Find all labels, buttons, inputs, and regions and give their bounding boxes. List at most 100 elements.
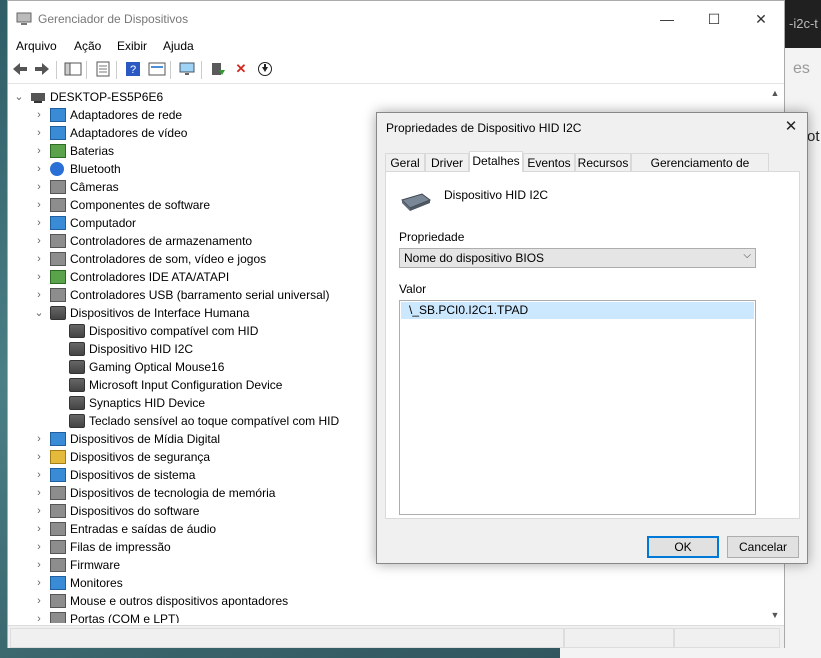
forward-arrow-icon	[35, 63, 49, 75]
device-manager-icon	[16, 12, 32, 26]
tree-root[interactable]: ⌄ DESKTOP-ES5P6E6	[8, 88, 748, 106]
chevron-right-icon[interactable]: ›	[34, 250, 44, 268]
tab-recursos[interactable]: Recursos	[575, 153, 631, 171]
status-bar	[8, 625, 784, 648]
tree-root-label: DESKTOP-ES5P6E6	[50, 90, 164, 104]
device-category-icon	[50, 126, 66, 140]
device-category-icon	[50, 486, 66, 500]
chevron-right-icon[interactable]: ›	[34, 232, 44, 250]
forward-button[interactable]	[33, 61, 51, 77]
value-list-item[interactable]: \_SB.PCI0.I2C1.TPAD	[401, 302, 754, 319]
chevron-right-icon[interactable]: ›	[34, 160, 44, 178]
chevron-right-icon[interactable]: ›	[34, 574, 44, 592]
tree-category[interactable]: › Mouse e outros dispositivos apontadores	[8, 592, 748, 610]
view-button[interactable]	[148, 61, 166, 77]
chevron-right-icon[interactable]: ›	[34, 106, 44, 124]
title-bar[interactable]: Gerenciador de Dispositivos — ☐ ✕	[8, 1, 784, 37]
uninstall-button[interactable]: ✕	[232, 61, 250, 77]
status-cell	[564, 628, 674, 648]
cancel-button[interactable]: Cancelar	[727, 536, 799, 558]
chevron-right-icon[interactable]: ›	[34, 502, 44, 520]
chevron-right-icon[interactable]: ›	[34, 196, 44, 214]
dialog-close-button[interactable]: ✕	[781, 117, 801, 137]
menu-arquivo[interactable]: Arquivo	[16, 39, 57, 53]
minimize-button[interactable]: —	[644, 1, 690, 37]
chevron-right-icon[interactable]: ›	[34, 268, 44, 286]
device-category-icon	[50, 576, 66, 590]
property-label: Propriedade	[399, 230, 465, 244]
svg-text:?: ?	[130, 64, 136, 76]
chevron-right-icon[interactable]: ›	[34, 448, 44, 466]
value-label: Valor	[399, 282, 427, 296]
device-category-icon	[50, 180, 66, 194]
chevron-down-icon[interactable]: ⌄	[34, 304, 44, 322]
chevron-right-icon[interactable]: ›	[34, 214, 44, 232]
background-text-fragment-2: ot	[807, 128, 820, 145]
chevron-right-icon[interactable]: ›	[34, 178, 44, 196]
chevron-right-icon[interactable]: ›	[34, 286, 44, 304]
window-title: Gerenciador de Dispositivos	[38, 12, 189, 26]
device-category-icon	[50, 270, 66, 284]
tree-category[interactable]: › Monitores	[8, 574, 748, 592]
device-category-icon	[50, 288, 66, 302]
ok-button[interactable]: OK	[647, 536, 719, 558]
menu-ajuda[interactable]: Ajuda	[163, 39, 194, 53]
device-category-icon	[50, 468, 66, 482]
back-arrow-icon	[13, 63, 27, 75]
background-text-fragment: es	[793, 60, 810, 77]
tree-item-label: Dispositivo HID I2C	[89, 342, 194, 356]
chevron-right-icon[interactable]: ›	[34, 142, 44, 160]
tree-item-label: Synaptics HID Device	[89, 396, 206, 410]
show-hide-console-tree-button[interactable]	[64, 61, 82, 77]
device-category-icon	[50, 540, 66, 554]
update-driver-button[interactable]	[256, 61, 274, 77]
maximize-button[interactable]: ☐	[691, 1, 737, 37]
add-device-icon	[212, 63, 225, 75]
properties-button[interactable]	[94, 61, 112, 77]
device-category-icon	[50, 504, 66, 518]
device-category-icon	[50, 594, 66, 608]
status-cell	[674, 628, 780, 648]
tree-item-label: Câmeras	[70, 180, 119, 194]
chevron-right-icon[interactable]: ›	[34, 520, 44, 538]
help-button[interactable]: ?	[124, 61, 142, 77]
tab-geral[interactable]: Geral	[385, 153, 425, 171]
chevron-right-icon[interactable]: ›	[34, 610, 44, 623]
menu-exibir[interactable]: Exibir	[117, 39, 147, 53]
tab-eventos[interactable]: Eventos	[523, 153, 575, 171]
dialog-title: Propriedades de Dispositivo HID I2C	[386, 121, 582, 135]
add-driver-button[interactable]	[208, 61, 226, 77]
tree-item-label: Controladores USB (barramento serial uni…	[70, 288, 330, 302]
chevron-right-icon[interactable]: ›	[34, 592, 44, 610]
tree-category[interactable]: › Portas (COM e LPT)	[8, 610, 748, 623]
chevron-down-icon[interactable]: ⌄	[14, 88, 24, 106]
tree-item-label: Controladores de armazenamento	[70, 234, 253, 248]
scroll-down-arrow-icon[interactable]: ▼	[766, 607, 784, 623]
scan-hardware-button[interactable]	[178, 61, 196, 77]
close-button[interactable]: ✕	[738, 1, 784, 37]
value-listbox[interactable]: \_SB.PCI0.I2C1.TPAD	[399, 300, 756, 515]
device-category-icon	[50, 162, 64, 176]
back-button[interactable]	[11, 61, 29, 77]
tree-item-label: Dispositivos de sistema	[70, 468, 196, 482]
property-dropdown[interactable]: Nome do dispositivo BIOS ⌵	[399, 248, 756, 268]
menu-acao[interactable]: Ação	[74, 39, 101, 53]
device-category-icon	[50, 612, 66, 623]
background-tab-fragment[interactable]: -i2c-t	[785, 0, 821, 48]
chevron-right-icon[interactable]: ›	[34, 484, 44, 502]
tab-gerenciamento-de-energia[interactable]: Gerenciamento de Energia	[631, 153, 769, 188]
scroll-up-arrow-icon[interactable]: ▲	[766, 85, 784, 101]
chevron-right-icon[interactable]: ›	[34, 430, 44, 448]
chevron-right-icon[interactable]: ›	[34, 124, 44, 142]
tree-item-label: Computador	[70, 216, 137, 230]
chevron-right-icon[interactable]: ›	[34, 556, 44, 574]
toolbar-separator	[116, 61, 117, 79]
device-category-icon	[50, 198, 66, 212]
view-icon	[148, 62, 166, 76]
chevron-right-icon[interactable]: ›	[34, 466, 44, 484]
tree-item-label: Dispositivos de tecnologia de memória	[70, 486, 276, 500]
device-category-icon	[50, 234, 66, 248]
chevron-right-icon[interactable]: ›	[34, 538, 44, 556]
tab-driver[interactable]: Driver	[425, 153, 469, 171]
tab-detalhes[interactable]: Detalhes	[469, 151, 523, 172]
